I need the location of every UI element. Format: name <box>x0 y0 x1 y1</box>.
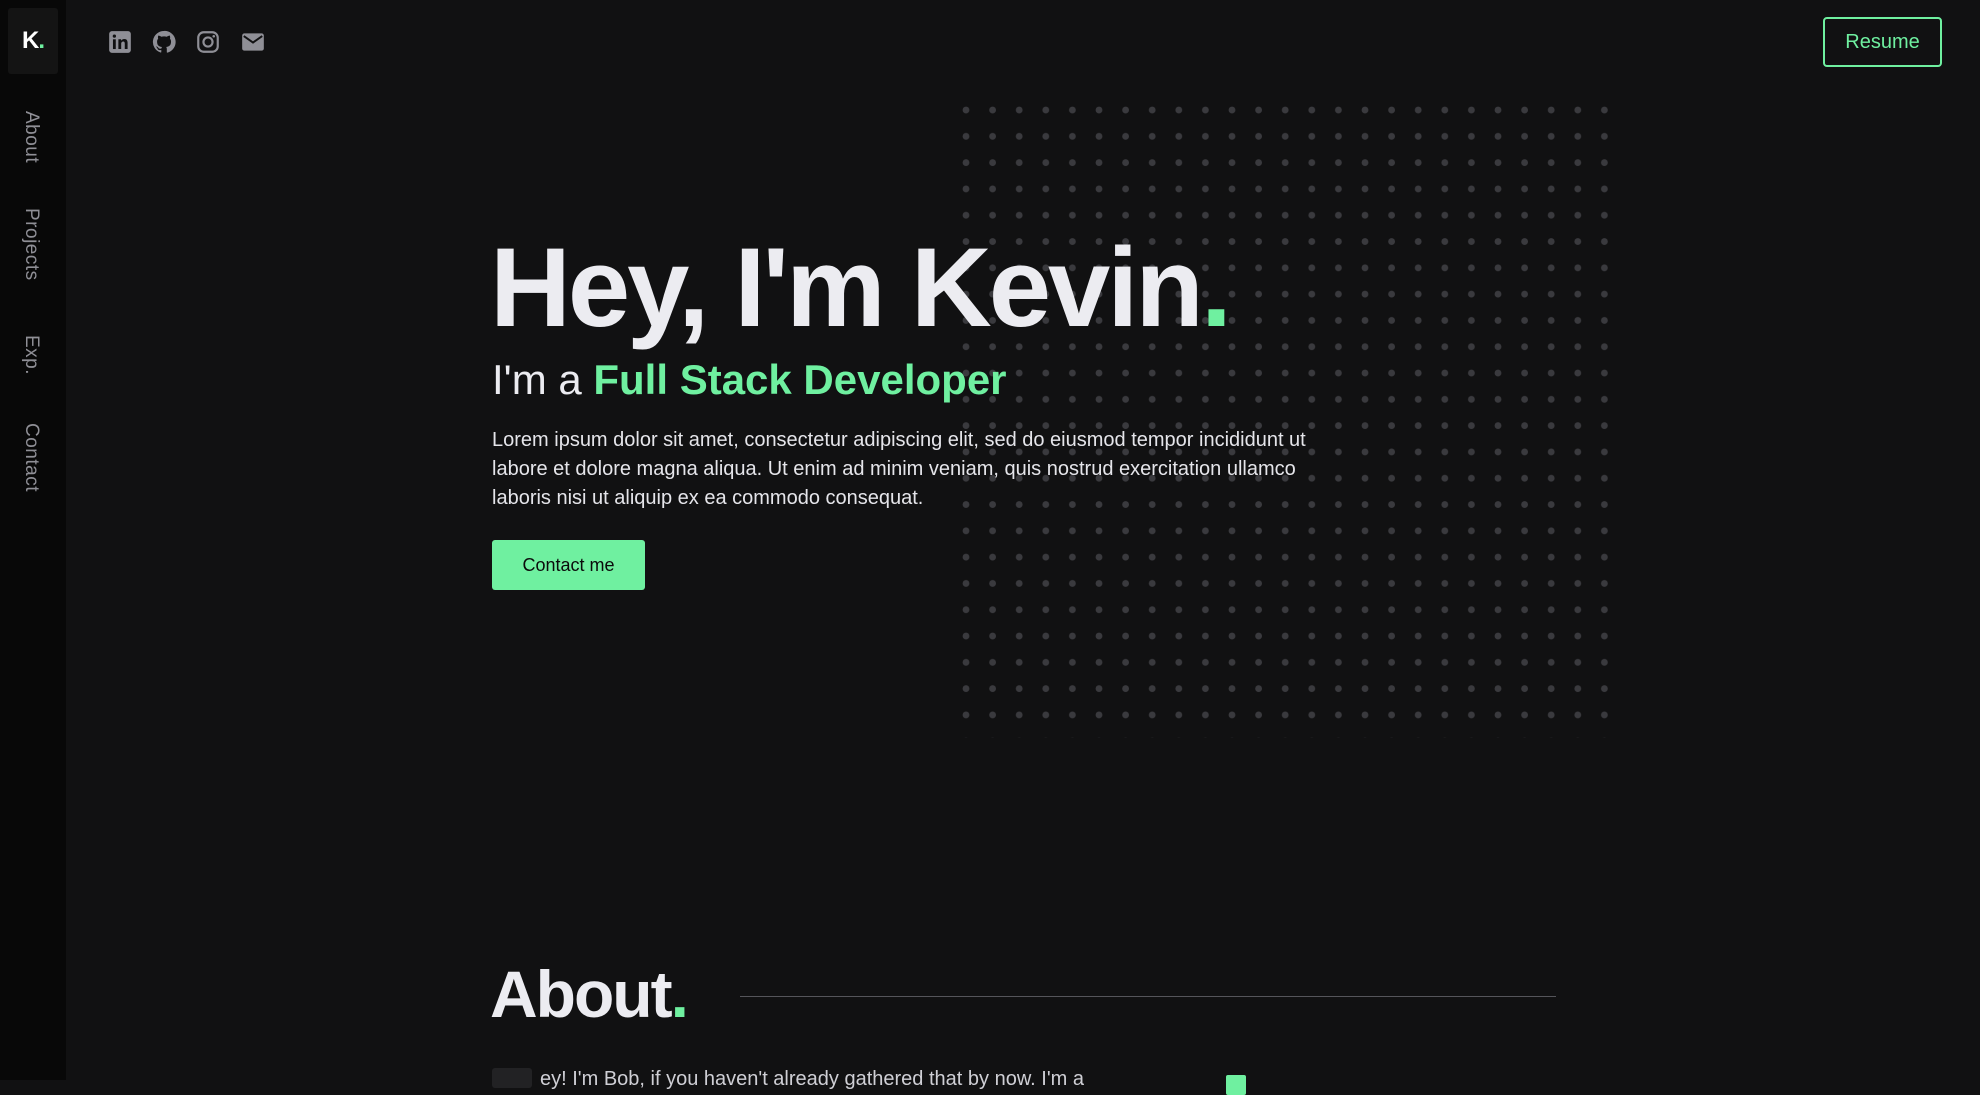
about-divider <box>740 996 1556 997</box>
about-list-marker <box>1226 1075 1246 1095</box>
linkedin-icon[interactable] <box>107 29 133 55</box>
dot-grid-decoration <box>962 106 1614 738</box>
hero-subtitle: I'm a Full Stack Developer <box>492 356 1007 403</box>
hero-subtitle-prefix: I'm a <box>492 356 594 403</box>
nav-link-contact[interactable]: Contact <box>20 423 42 492</box>
sidebar: K. About Projects Exp. Contact <box>0 0 66 1080</box>
hero-title-dot: . <box>1200 225 1232 350</box>
about-dropcap-box <box>492 1068 532 1088</box>
nav-link-about[interactable]: About <box>20 111 42 163</box>
hero-title-text: Hey, I'm Kevin <box>490 225 1204 350</box>
about-heading: About. <box>490 957 689 1031</box>
logo-dot: . <box>38 27 45 54</box>
hero-subtitle-role: Full Stack Developer <box>593 356 1007 403</box>
nav-link-projects[interactable]: Projects <box>20 208 42 281</box>
resume-button[interactable]: Resume <box>1823 17 1942 67</box>
nav-link-exp[interactable]: Exp. <box>20 335 42 375</box>
about-heading-text: About <box>490 957 673 1031</box>
contact-me-button[interactable]: Contact me <box>492 540 645 590</box>
instagram-icon[interactable] <box>195 29 221 55</box>
logo[interactable]: K. <box>8 8 58 74</box>
mail-icon[interactable] <box>240 29 266 55</box>
about-heading-dot: . <box>670 957 689 1031</box>
logo-letter: K <box>21 27 39 54</box>
hero-description: Lorem ipsum dolor sit amet, consectetur … <box>492 429 1306 509</box>
github-icon[interactable] <box>151 29 177 55</box>
hero-title: Hey, I'm Kevin. <box>490 225 1232 350</box>
